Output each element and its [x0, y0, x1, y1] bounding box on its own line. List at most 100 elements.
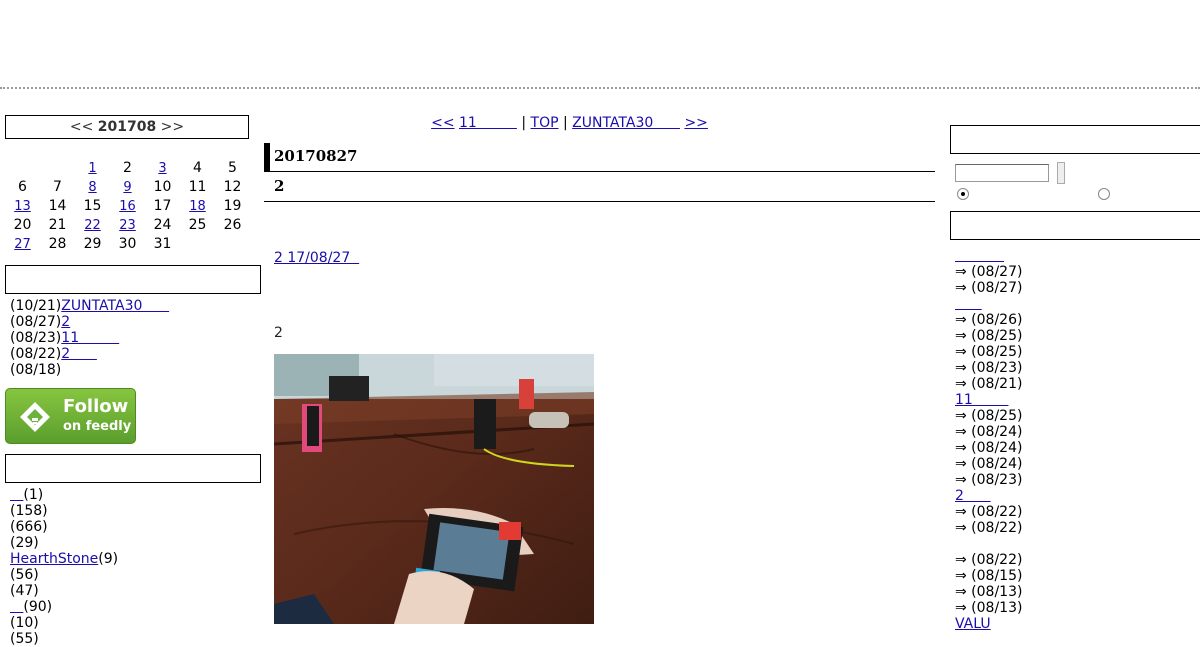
- related-group-link[interactable]: 11: [955, 392, 1008, 408]
- nav-next-arrow[interactable]: >>: [684, 115, 707, 131]
- related-group-link[interactable]: 2: [955, 488, 991, 504]
- category-item[interactable]: (56): [10, 567, 261, 583]
- search-button[interactable]: [1057, 162, 1065, 184]
- calendar-day: 24: [153, 217, 172, 233]
- related-post-item[interactable]: ⇒ (08/23): [955, 360, 1200, 376]
- calendar-day: 15: [83, 198, 102, 214]
- recent-post-link[interactable]: 2: [61, 346, 97, 362]
- calendar-day-link[interactable]: 13: [5, 197, 40, 216]
- calendar-day: 29: [83, 236, 102, 252]
- recent-post-date: (08/23): [10, 330, 62, 346]
- calendar-day-link[interactable]: 23: [110, 216, 145, 235]
- category-link[interactable]: [10, 599, 23, 615]
- post-body-text: 2: [274, 325, 283, 341]
- related-post-item[interactable]: ⇒ (08/27): [955, 264, 1200, 280]
- related-post-item[interactable]: ⇒ (08/22): [955, 552, 1200, 568]
- left-sidebar: << 201708 >> 1 2 3 4 5 6 7 8 9 10 11 12 13 14 15 16 17 18…: [5, 115, 261, 647]
- category-item[interactable]: (90): [10, 599, 261, 615]
- calendar-day-link-text[interactable]: 22: [84, 218, 101, 233]
- recent-post-date: (08/22): [10, 346, 62, 362]
- calendar-prev-link[interactable]: <<: [70, 119, 93, 135]
- related-group-title[interactable]: [955, 248, 1200, 264]
- related-post-item[interactable]: ⇒ (08/22): [955, 504, 1200, 520]
- category-link[interactable]: [10, 487, 23, 503]
- calendar-day-link-text[interactable]: 3: [158, 161, 166, 176]
- category-item[interactable]: (29): [10, 535, 261, 551]
- calendar-day-link[interactable]: 1: [75, 159, 110, 178]
- header-divider: [0, 87, 1200, 89]
- recent-post-link[interactable]: 11: [61, 330, 119, 346]
- related-group-title[interactable]: [955, 536, 1200, 552]
- related-post-item[interactable]: ⇒ (08/21): [955, 376, 1200, 392]
- right-sidebar: ⇒ (08/27) ⇒ (08/27) ⇒ (08/26) ⇒ (08/25) ⇒ (…: [950, 125, 1200, 632]
- nav-top-link[interactable]: TOP: [531, 115, 559, 131]
- related-post-item[interactable]: ⇒ (08/24): [955, 456, 1200, 472]
- recent-post-link[interactable]: ZUNTATA30: [61, 298, 169, 314]
- category-item[interactable]: (10): [10, 615, 261, 631]
- feedly-follow-button[interactable]: Follow on feedly: [5, 388, 136, 444]
- nav-separator: |: [558, 115, 573, 131]
- calendar-day-link-text[interactable]: 9: [123, 180, 131, 195]
- post-permalink[interactable]: 2 17/08/27: [274, 250, 359, 266]
- calendar-day-link-text[interactable]: 16: [119, 199, 136, 214]
- calendar-day-link[interactable]: 8: [75, 178, 110, 197]
- calendar-day-link[interactable]: 3: [145, 159, 180, 178]
- calendar-day-link[interactable]: 16: [110, 197, 145, 216]
- related-group-title[interactable]: 2: [955, 488, 1200, 504]
- related-group-link[interactable]: [955, 296, 982, 312]
- recent-post-date: (08/27): [10, 314, 62, 330]
- calendar-day: 28: [48, 236, 67, 252]
- related-group-title[interactable]: [955, 296, 1200, 312]
- feedly-label-follow: Follow: [63, 396, 129, 417]
- related-post-item[interactable]: ⇒ (08/22): [955, 520, 1200, 536]
- related-post-item[interactable]: ⇒ (08/13): [955, 584, 1200, 600]
- related-post-item[interactable]: ⇒ (08/25): [955, 328, 1200, 344]
- nav-prev-arrow[interactable]: <<: [431, 115, 454, 131]
- calendar-day-link-text[interactable]: 27: [14, 237, 31, 252]
- recent-post-item: (10/21)ZUNTATA30: [10, 298, 261, 314]
- related-post-item[interactable]: ⇒ (08/24): [955, 424, 1200, 440]
- calendar-day: 7: [53, 179, 62, 195]
- calendar-day: 10: [153, 179, 172, 195]
- calendar-grid: 1 2 3 4 5 6 7 8 9 10 11 12 13 14 15 16 17 18 19 20 21 22 23 24 2…: [5, 159, 250, 254]
- calendar-day-link-text[interactable]: 13: [14, 199, 31, 214]
- category-count: (666): [10, 519, 48, 535]
- nav-separator: |: [516, 115, 531, 131]
- recent-post-link[interactable]: 2: [61, 314, 70, 330]
- search-input[interactable]: [955, 164, 1049, 182]
- category-item[interactable]: (158): [10, 503, 261, 519]
- calendar-day-link-text[interactable]: 23: [119, 218, 136, 233]
- post-photo: [273, 354, 595, 624]
- recent-post-item: (08/18): [10, 362, 261, 378]
- calendar-next-link[interactable]: >>: [161, 119, 184, 135]
- related-group-title[interactable]: 11: [955, 392, 1200, 408]
- calendar-day-link-text[interactable]: 1: [88, 161, 96, 176]
- category-item[interactable]: (1): [10, 487, 261, 503]
- categories-list: (1) (158) (666) (29) HearthStone(9) (56) (47) …: [10, 487, 261, 647]
- calendar-day-link-text[interactable]: 18: [189, 199, 206, 214]
- category-item[interactable]: HearthStone(9): [10, 551, 261, 567]
- calendar-day-link[interactable]: 22: [75, 216, 110, 235]
- related-post-item[interactable]: ⇒ (08/25): [955, 344, 1200, 360]
- related-post-item[interactable]: ⇒ (08/27): [955, 280, 1200, 296]
- related-post-item[interactable]: ⇒ (08/24): [955, 440, 1200, 456]
- search-scope-radio-blog[interactable]: [957, 188, 969, 200]
- category-link[interactable]: HearthStone: [10, 551, 98, 567]
- calendar-day-link[interactable]: 27: [5, 235, 40, 254]
- category-item[interactable]: (55): [10, 631, 261, 647]
- related-post-item[interactable]: ⇒ (08/13): [955, 600, 1200, 616]
- related-post-item[interactable]: ⇒ (08/23): [955, 472, 1200, 488]
- related-post-item[interactable]: ⇒ (08/15): [955, 568, 1200, 584]
- search-scope-radio-web[interactable]: [1098, 188, 1110, 200]
- calendar-day-link[interactable]: 18: [180, 197, 215, 216]
- calendar-day-link[interactable]: 9: [110, 178, 145, 197]
- nav-prev-post-link[interactable]: 11: [459, 115, 517, 131]
- related-group-link[interactable]: [955, 248, 1004, 264]
- calendar-day-link-text[interactable]: 8: [88, 180, 96, 195]
- category-item[interactable]: (47): [10, 583, 261, 599]
- category-item[interactable]: (666): [10, 519, 261, 535]
- nav-next-post-link[interactable]: ZUNTATA30: [572, 115, 680, 131]
- related-post-item[interactable]: ⇒ (08/26): [955, 312, 1200, 328]
- related-posts-header: [950, 211, 1200, 240]
- related-post-item[interactable]: ⇒ (08/25): [955, 408, 1200, 424]
